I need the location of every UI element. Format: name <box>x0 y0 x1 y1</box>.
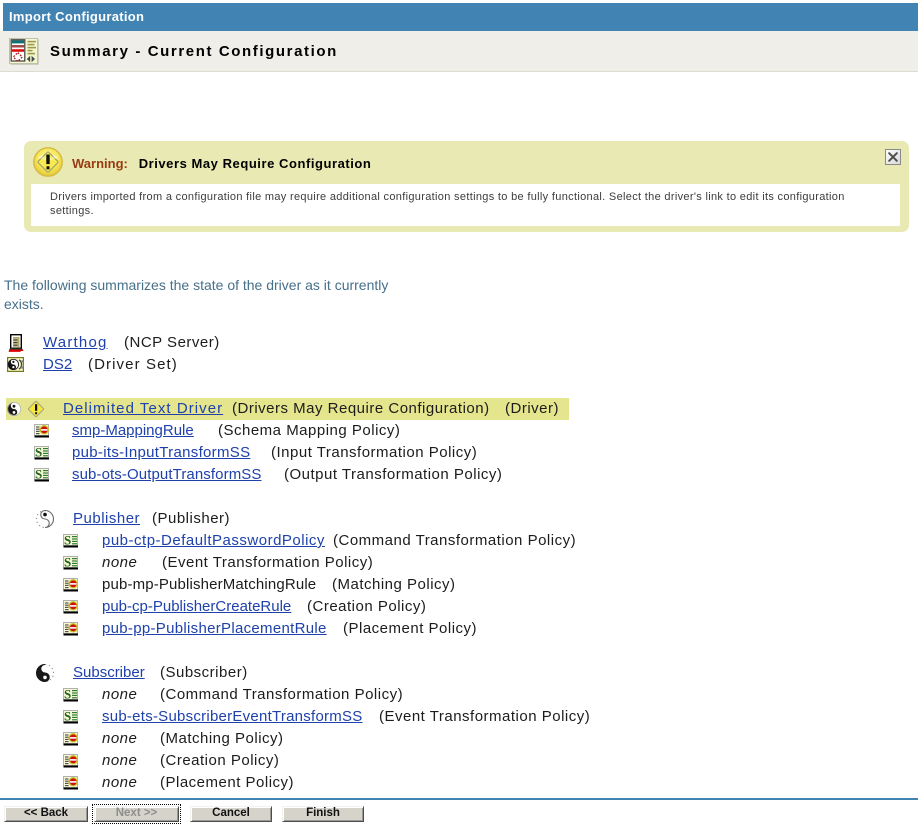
svg-text:S: S <box>64 710 72 724</box>
svg-text:S: S <box>64 688 72 702</box>
svg-text:S: S <box>35 446 43 460</box>
svg-text:S: S <box>64 534 72 548</box>
svg-text:S: S <box>64 556 72 570</box>
svg-text:S: S <box>35 468 43 482</box>
